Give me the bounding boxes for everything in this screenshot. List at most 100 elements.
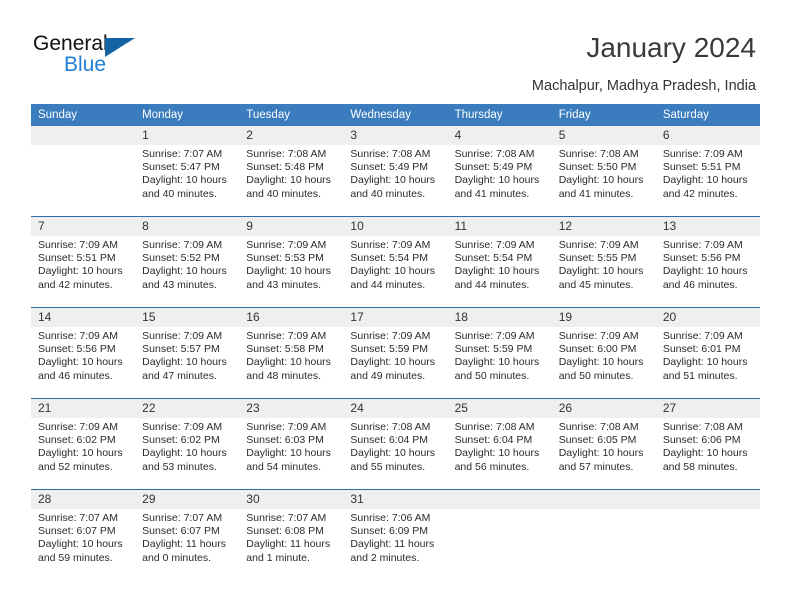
logo-triangle-icon <box>105 38 135 57</box>
sunset-text: Sunset: 5:51 PM <box>38 252 116 265</box>
weekday-header-row: Sunday Monday Tuesday Wednesday Thursday Frid… <box>31 104 760 126</box>
daylight-text-line1: Daylight: 10 hours <box>350 356 436 369</box>
day-number[interactable]: 12 <box>552 217 656 236</box>
sunrise-text: Sunrise: 7:08 AM <box>662 421 743 433</box>
day-number[interactable]: 22 <box>135 399 239 418</box>
day-number[interactable]: 11 <box>448 217 552 236</box>
day-number[interactable]: 23 <box>239 399 343 418</box>
day-number[interactable]: 24 <box>343 399 447 418</box>
day-number[interactable]: 2 <box>239 126 343 145</box>
day-number[interactable]: 28 <box>31 490 135 509</box>
daylight-text-line1: Daylight: 10 hours <box>142 447 227 460</box>
day-number[interactable]: 9 <box>239 217 343 236</box>
daylight-text-line2: and 40 minutes. <box>350 187 426 200</box>
sunset-text: Sunset: 5:48 PM <box>246 161 324 174</box>
daylight-text-line2: and 1 minute. <box>246 551 310 564</box>
daylight-text-line1: Daylight: 10 hours <box>142 265 227 278</box>
sunrise-text: Sunrise: 7:08 AM <box>558 148 639 160</box>
sunset-text: Sunset: 5:47 PM <box>142 161 220 174</box>
day-number[interactable]: 4 <box>448 126 552 145</box>
day-number[interactable]: 15 <box>135 308 239 327</box>
sunset-text: Sunset: 5:51 PM <box>662 161 741 174</box>
week-daynumber-row: 123456 <box>31 126 760 145</box>
sunrise-text: Sunrise: 7:09 AM <box>142 421 223 433</box>
calendar-grid: Sunday Monday Tuesday Wednesday Thursday Frid… <box>31 104 760 580</box>
sunrise-text: Sunrise: 7:09 AM <box>558 239 639 251</box>
sunrise-text: Sunrise: 7:09 AM <box>142 330 223 342</box>
day-cell: Sunrise: 7:08 AM Sunset: 5:48 PM Daylight:… <box>239 145 343 216</box>
day-number-empty <box>656 490 760 509</box>
daylight-text-line1: Daylight: 10 hours <box>662 356 748 369</box>
sunset-text: Sunset: 5:54 PM <box>454 252 533 265</box>
week-daynumber-row: 28 29 30 31 <box>31 490 760 509</box>
daylight-text-line1: Daylight: 10 hours <box>142 356 227 369</box>
calendar-weeks: 1 2 3 4 5 6 Sunrise: 7:07 AM Sunset: 5:47 PM Day… <box>31 126 760 580</box>
sunset-text: Sunset: 5:50 PM <box>558 161 637 174</box>
sunset-text: Sunset: 5:56 PM <box>662 252 741 265</box>
day-cell: Sunrise: 7:09 AM Sunset: 5:56 PM Daylight:… <box>31 327 135 398</box>
day-number[interactable]: 20 <box>656 308 760 327</box>
day-cell: Sunrise: 7:08 AM Sunset: 6:05 PM Daylight:… <box>552 418 656 489</box>
weekday-header-wednesday: Wednesday <box>350 109 411 121</box>
day-number[interactable]: 21 <box>31 399 135 418</box>
calendar-week-row: 14 15 16 17 18 19 20 Sunrise: 7:09 AM Sunset: 5:… <box>31 307 760 398</box>
day-number[interactable]: 5 <box>552 126 656 145</box>
sunrise-text: Sunrise: 7:09 AM <box>350 330 431 342</box>
sunset-text: Sunset: 5:59 PM <box>454 343 533 356</box>
generalblue-logo[interactable]: General Blue <box>33 33 153 81</box>
day-number[interactable]: 13 <box>656 217 760 236</box>
daylight-text-line2: and 55 minutes. <box>350 460 426 473</box>
week-daydetail-row: Sunrise: 7:09 AM Sunset: 6:02 PM Daylight:… <box>31 418 760 489</box>
day-cell: Sunrise: 7:09 AM Sunset: 5:55 PM Daylight:… <box>552 236 656 307</box>
sunset-text: Sunset: 5:53 PM <box>246 252 324 265</box>
day-number[interactable]: 31 <box>343 490 447 509</box>
sunset-text: Sunset: 6:07 PM <box>142 525 220 538</box>
daylight-text-line2: and 49 minutes. <box>350 369 426 382</box>
daylight-text-line2: and 50 minutes. <box>454 369 530 382</box>
day-number[interactable]: 29 <box>135 490 239 509</box>
day-number[interactable]: 30 <box>239 490 343 509</box>
day-number[interactable]: 6 <box>656 126 760 145</box>
day-number[interactable]: 1 <box>135 126 239 145</box>
day-cell: Sunrise: 7:09 AM Sunset: 6:03 PM Daylight:… <box>239 418 343 489</box>
sunset-text: Sunset: 6:03 PM <box>246 434 324 447</box>
sunset-text: Sunset: 6:04 PM <box>350 434 429 447</box>
daylight-text-line2: and 46 minutes. <box>662 278 738 291</box>
day-number[interactable]: 18 <box>448 308 552 327</box>
day-number[interactable]: 8 <box>135 217 239 236</box>
daylight-text-line2: and 44 minutes. <box>454 278 530 291</box>
daylight-text-line1: Daylight: 10 hours <box>38 538 123 551</box>
day-number[interactable]: 10 <box>343 217 447 236</box>
day-cell: Sunrise: 7:09 AM Sunset: 5:53 PM Daylight:… <box>239 236 343 307</box>
daylight-text-line2: and 44 minutes. <box>350 278 426 291</box>
day-cell: Sunrise: 7:09 AM Sunset: 5:59 PM Daylight:… <box>343 327 447 398</box>
sunset-text: Sunset: 6:04 PM <box>454 434 533 447</box>
sunrise-text: Sunrise: 7:09 AM <box>662 330 743 342</box>
day-number[interactable]: 17 <box>343 308 447 327</box>
calendar-week-row: 1 2 3 4 5 6 Sunrise: 7:07 AM Sunset: 5:47 PM Day… <box>31 126 760 216</box>
day-cell: Sunrise: 7:08 AM Sunset: 5:50 PM Daylight:… <box>552 145 656 216</box>
day-number[interactable]: 7 <box>31 217 135 236</box>
daylight-text-line1: Daylight: 10 hours <box>38 265 123 278</box>
sunset-text: Sunset: 6:09 PM <box>350 525 429 538</box>
daylight-text-line1: Daylight: 10 hours <box>454 356 540 369</box>
day-number[interactable]: 19 <box>552 308 656 327</box>
sunrise-text: Sunrise: 7:09 AM <box>454 330 535 342</box>
day-number[interactable]: 16 <box>239 308 343 327</box>
day-cell: Sunrise: 7:09 AM Sunset: 6:01 PM Daylight:… <box>656 327 760 398</box>
sunset-text: Sunset: 6:07 PM <box>38 525 116 538</box>
daylight-text-line2: and 47 minutes. <box>142 369 217 382</box>
day-cell: Sunrise: 7:07 AM Sunset: 6:07 PM Daylight:… <box>31 509 135 580</box>
day-number-empty <box>31 126 135 145</box>
daylight-text-line2: and 58 minutes. <box>662 460 738 473</box>
day-number[interactable]: 14 <box>31 308 135 327</box>
day-number[interactable]: 26 <box>552 399 656 418</box>
day-number[interactable]: 3 <box>343 126 447 145</box>
daylight-text-line1: Daylight: 10 hours <box>662 174 748 187</box>
day-number[interactable]: 27 <box>656 399 760 418</box>
day-number[interactable]: 25 <box>448 399 552 418</box>
daylight-text-line2: and 41 minutes. <box>454 187 530 200</box>
sunrise-text: Sunrise: 7:07 AM <box>142 512 223 524</box>
weekday-header-saturday: Saturday <box>662 109 709 121</box>
sunset-text: Sunset: 6:02 PM <box>38 434 116 447</box>
